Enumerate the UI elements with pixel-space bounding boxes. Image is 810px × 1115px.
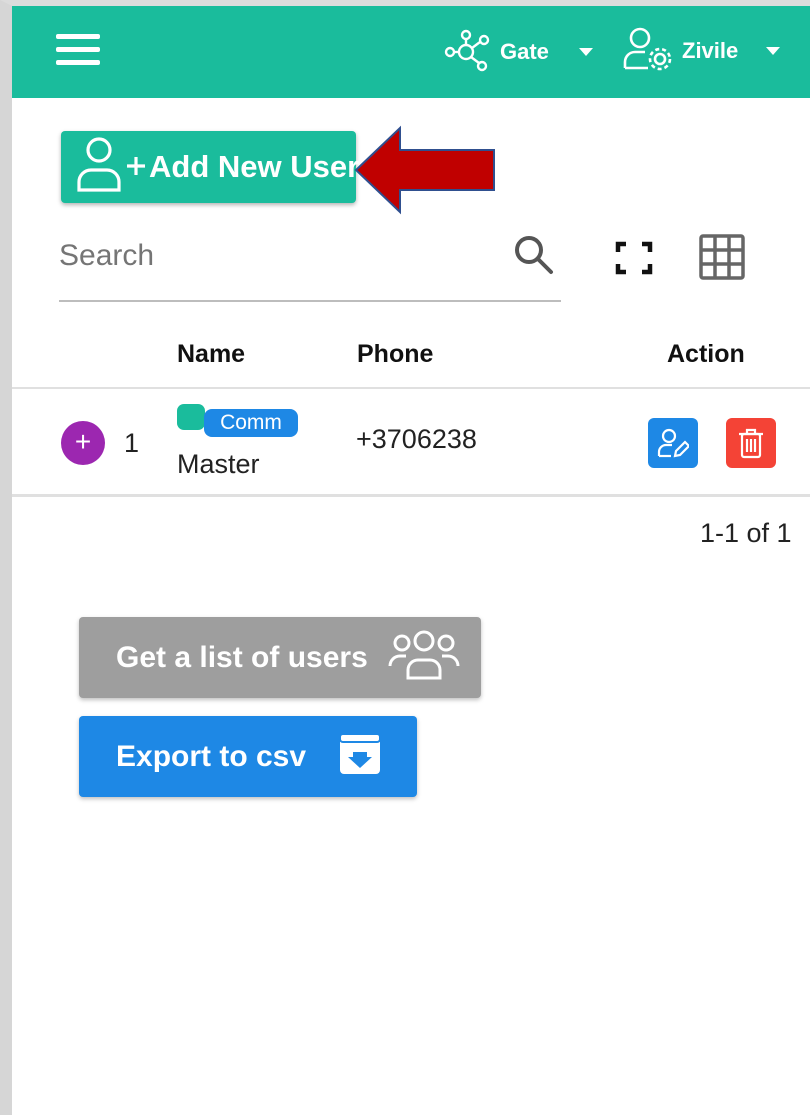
annotation-arrow-icon [354,125,495,215]
user-phone: +3706238 [356,424,476,454]
hamburger-icon[interactable] [56,34,100,68]
search-icon[interactable] [511,232,557,278]
get-list-of-users-label: Get a list of users [116,640,368,674]
gate-label: Gate [500,39,549,64]
status-badge: Comm [204,409,298,437]
column-header-name[interactable]: Name [177,340,245,369]
search-input[interactable] [59,234,489,278]
users-group-icon [388,630,460,685]
user-menu[interactable]: Zivile [622,26,781,77]
column-header-phone[interactable]: Phone [357,340,433,369]
expand-row-button[interactable]: + [61,421,105,465]
row-index: 1 [124,428,140,458]
search-field [59,218,561,302]
fullscreen-icon[interactable] [614,240,654,276]
delete-user-button[interactable] [726,418,776,468]
status-dot [177,404,205,430]
export-to-csv-button[interactable]: Export to csv [79,716,417,797]
chevron-down-icon [578,48,593,56]
grid-icon[interactable] [698,233,746,281]
chevron-down-icon [766,47,781,55]
header-divider [12,387,810,389]
column-header-action: Action [667,340,745,368]
download-box-icon [338,732,382,781]
pagination-range: 1-1 of 1 [700,518,792,548]
network-icon [442,28,492,77]
edit-user-button[interactable] [648,418,698,468]
add-new-user-button[interactable]: Add New User [61,131,360,203]
top-app-bar: Gate Zivile [12,6,810,98]
export-to-csv-label: Export to csv [116,739,307,773]
user-name: Master [177,449,260,479]
user-plus-icon [75,136,145,199]
add-new-user-label: Add New User [149,149,360,184]
gate-selector[interactable]: Gate [442,28,593,77]
row-divider [12,494,810,497]
get-list-of-users-button[interactable]: Get a list of users [79,617,481,698]
user-label: Zivile [682,38,739,63]
user-settings-icon [622,26,674,77]
